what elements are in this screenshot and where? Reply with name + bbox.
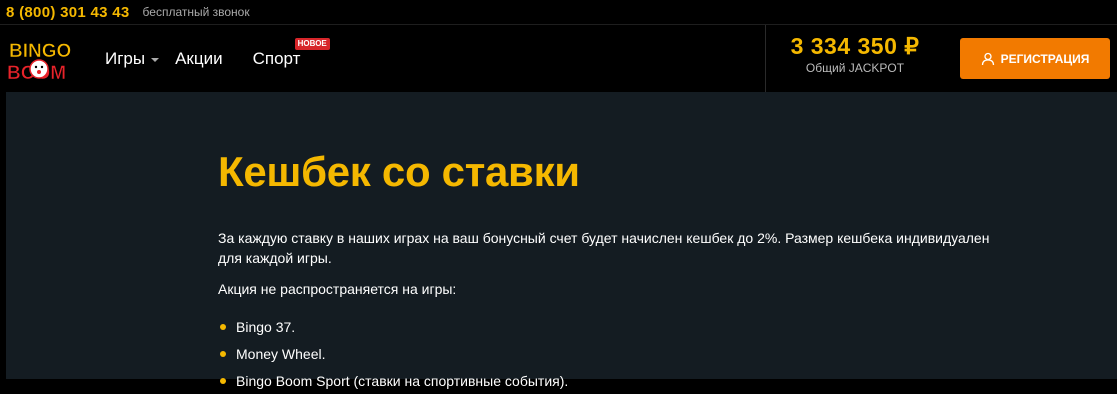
list-item: Money Wheel. — [218, 340, 1018, 367]
site-header: BINGO BOOM Игры Акции Спорт НОВОЕ 3 334 … — [0, 24, 1117, 92]
nav-games[interactable]: Игры — [105, 48, 160, 69]
exclusion-intro: Акция не распространяется на игры: — [218, 281, 457, 297]
free-call-label: бесплатный звонок — [142, 5, 250, 19]
list-item: Bingo 37. — [218, 313, 1018, 340]
jackpot-label: Общий JACKPOT — [805, 61, 905, 75]
jackpot-block: 3 334 350 ₽ Общий JACKPOT — [770, 33, 940, 75]
jackpot-value: 3 334 350 ₽ — [790, 33, 920, 59]
main-nav: Игры Акции Спорт НОВОЕ — [105, 25, 330, 92]
phone-number[interactable]: 8 (800) 301 43 43 — [6, 4, 130, 21]
header-divider — [765, 25, 766, 92]
nav-sport-label: Спорт — [252, 48, 301, 68]
register-label: РЕГИСТРАЦИЯ — [1000, 51, 1090, 66]
list-item-text: Bingo Boom Sport (ставки на спортивные с… — [236, 372, 569, 389]
nav-promo-label: Акции — [175, 48, 223, 68]
user-icon — [981, 52, 994, 65]
logo-mascot — [29, 59, 49, 79]
bullet-icon — [220, 324, 226, 330]
register-button[interactable]: РЕГИСТРАЦИЯ — [960, 38, 1110, 79]
list-item-text: Money Wheel. — [236, 345, 326, 362]
nav-promo[interactable]: Акции — [175, 49, 223, 69]
nav-games-label: Игры — [105, 48, 146, 68]
article: Кешбек со ставки За каждую ставку в наши… — [218, 92, 1018, 394]
list-item-text: Bingo 37. — [236, 318, 296, 335]
bullet-icon — [220, 351, 226, 357]
chevron-down-icon — [151, 57, 160, 62]
new-badge: НОВОЕ — [294, 37, 330, 50]
cashback-description: За каждую ставку в наших играх на ваш бо… — [218, 230, 990, 266]
nav-sport[interactable]: Спорт НОВОЕ — [252, 37, 330, 69]
excluded-games-list: Bingo 37. Money Wheel. Bingo Boom Sport … — [218, 313, 1018, 394]
main-content: Кешбек со ставки За каждую ставку в наши… — [6, 92, 1117, 389]
top-bar: 8 (800) 301 43 43 бесплатный звонок — [0, 0, 1117, 24]
page-title: Кешбек со ставки — [218, 148, 580, 195]
list-item: Bingo Boom Sport (ставки на спортивные с… — [218, 367, 1018, 394]
logo-line1: BINGO — [9, 41, 71, 62]
bingo-boom-logo[interactable]: BINGO BOOM — [6, 35, 78, 83]
